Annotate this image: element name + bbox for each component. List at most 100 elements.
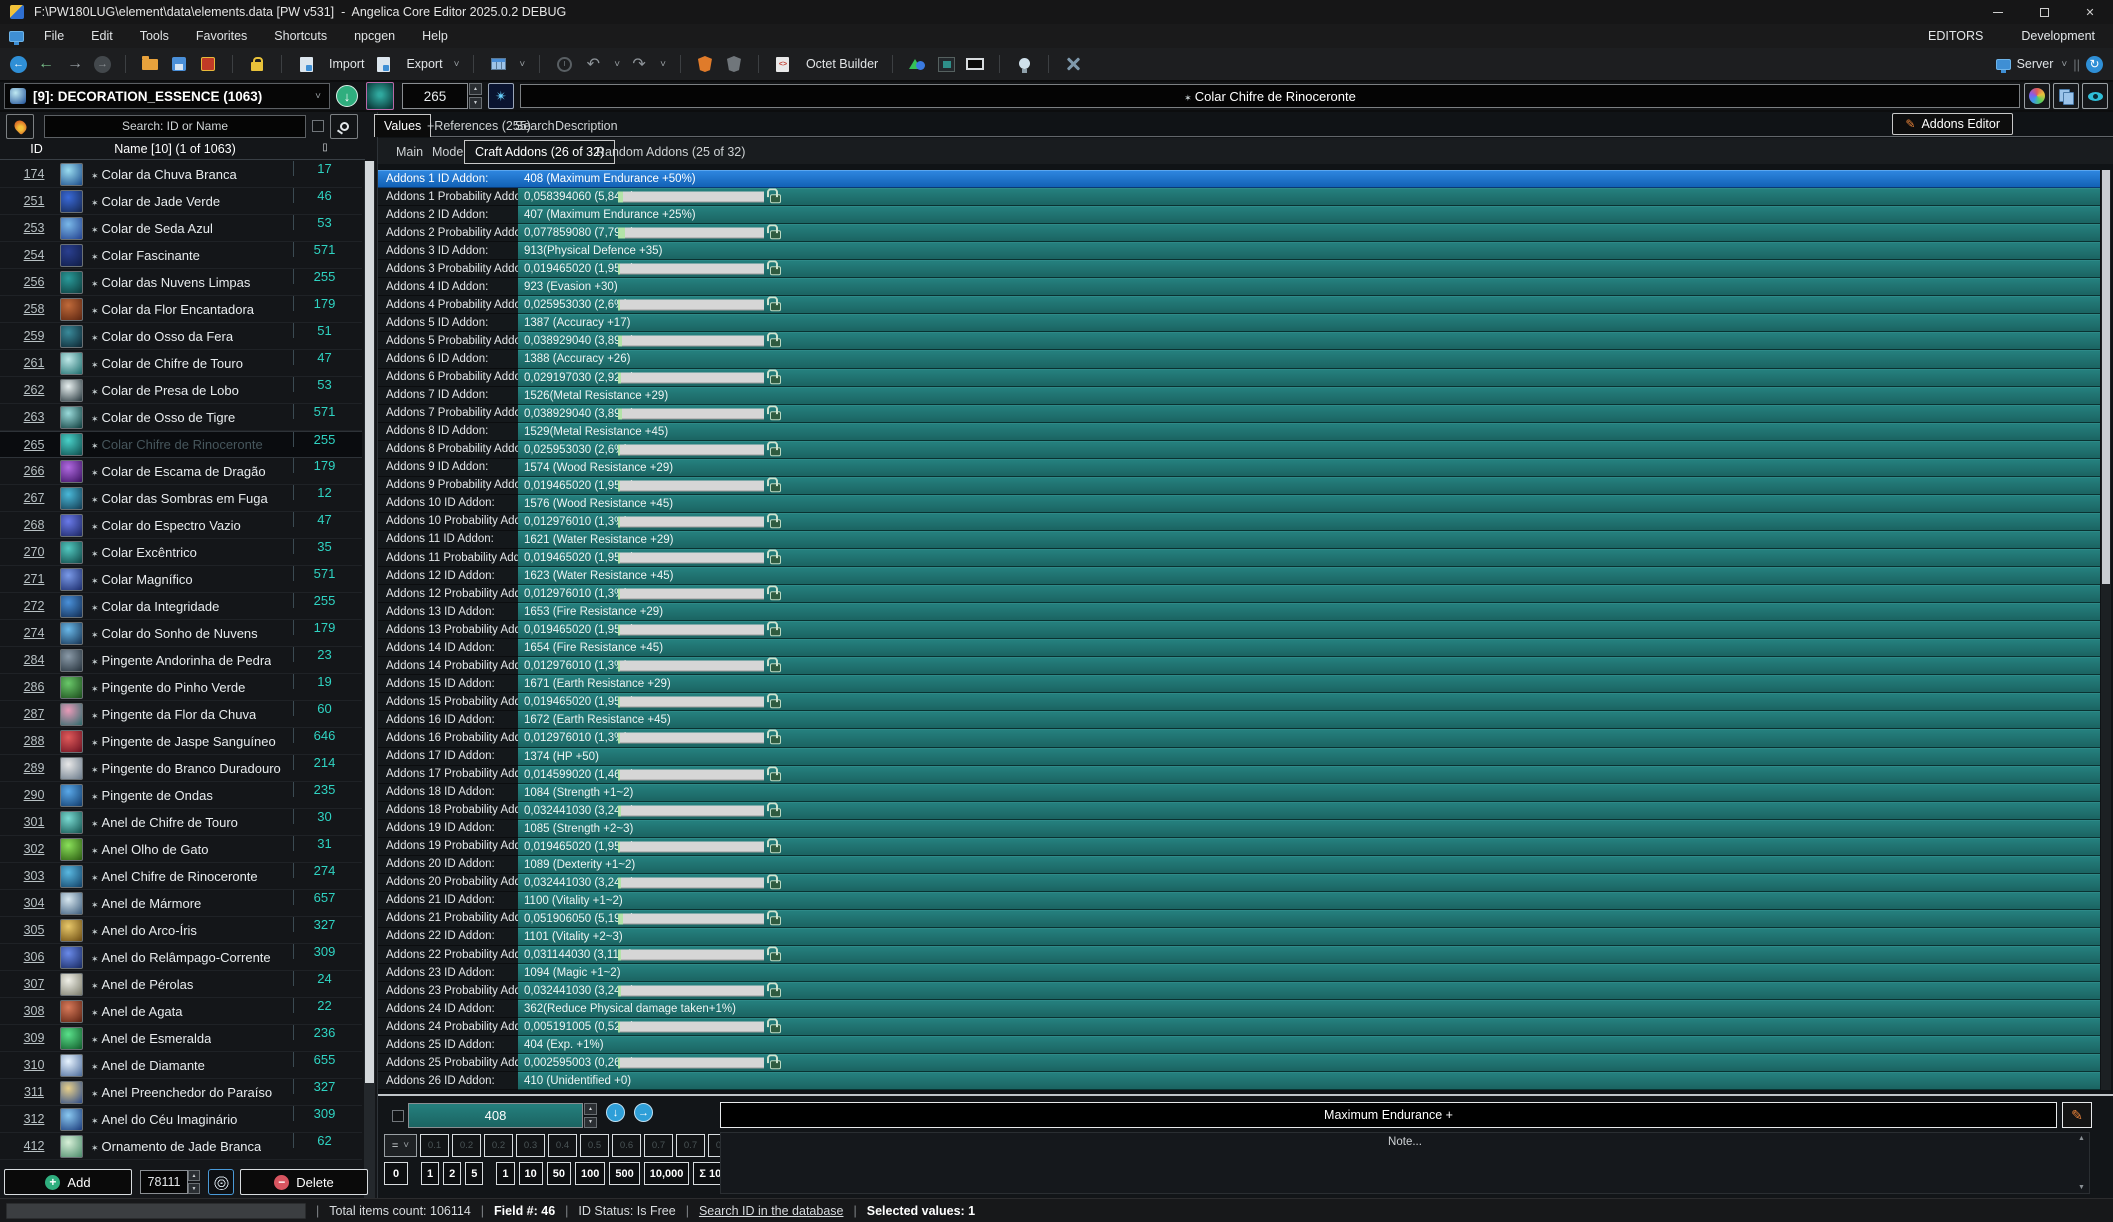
step-cell[interactable]: 0.2 — [484, 1134, 513, 1157]
item-id-link[interactable]: 174 — [12, 167, 56, 181]
addon-row[interactable]: Addons 5 ID Addon:1387 (Accuracy +17) — [378, 314, 2100, 332]
addon-row[interactable]: Addons 21 Probability Addon:0,051906050 … — [378, 910, 2100, 928]
addon-value[interactable]: 1623 (Water Resistance +45) — [518, 567, 2100, 585]
list-item[interactable]: 174Colar da Chuva Branca17 — [0, 161, 362, 188]
addon-row[interactable]: Addons 8 Probability Addon:0,025953030 (… — [378, 441, 2100, 459]
addon-value[interactable]: 1084 (Strength +1~2) — [518, 784, 2100, 802]
addon-row[interactable]: Addons 11 Probability Addon:0,019465020 … — [378, 549, 2100, 567]
lock-icon[interactable] — [770, 664, 781, 673]
addon-value[interactable]: 1101 (Vitality +2~3) — [518, 928, 2100, 946]
addon-row[interactable]: Addons 7 ID Addon:1526(Metal Resistance … — [378, 387, 2100, 405]
note-area[interactable]: Note... ▲ ▼ — [720, 1132, 2090, 1194]
addon-row[interactable]: Addons 15 Probability Addon:0,019465020 … — [378, 693, 2100, 711]
octet-builder-button[interactable]: Octet Builder — [806, 57, 878, 71]
list-item[interactable]: 305Anel do Arco-Íris327 — [0, 917, 362, 944]
list-item[interactable]: 309Anel de Esmeralda236 — [0, 1025, 362, 1052]
addon-value[interactable]: 0,012976010 (1,3%) — [518, 585, 2100, 603]
add-button[interactable]: + Add — [4, 1169, 132, 1195]
addon-row[interactable]: Addons 16 ID Addon:1672 (Earth Resistanc… — [378, 711, 2100, 729]
table-chevron-icon[interactable]: ˅ — [519, 59, 525, 70]
addon-row[interactable]: Addons 15 ID Addon:1671 (Earth Resistanc… — [378, 675, 2100, 693]
item-id-link[interactable]: 311 — [12, 1085, 56, 1099]
item-id-link[interactable]: 310 — [12, 1058, 56, 1072]
addon-row[interactable]: Addons 24 ID Addon:362(Reduce Physical d… — [378, 1000, 2100, 1018]
item-id-up-icon[interactable]: ▲ — [469, 83, 482, 95]
delete-button[interactable]: − Delete — [240, 1169, 368, 1195]
redo-chevron-icon[interactable]: ˅ — [660, 59, 666, 70]
octet-builder-icon[interactable]: <> — [773, 54, 793, 74]
lock-icon[interactable] — [770, 808, 781, 817]
addon-row[interactable]: Addons 10 Probability Addon:0,012976010 … — [378, 513, 2100, 531]
item-id-link[interactable]: 253 — [12, 221, 56, 235]
item-id-link[interactable]: 267 — [12, 491, 56, 505]
list-item[interactable]: 303Anel Chifre de Rinoceronte274 — [0, 863, 362, 890]
addon-row[interactable]: Addons 19 ID Addon:1085 (Strength +2~3) — [378, 820, 2100, 838]
addon-value[interactable]: 913(Physical Defence +35) — [518, 242, 2100, 260]
quick-button[interactable]: 1 — [496, 1162, 514, 1185]
item-id-link[interactable]: 301 — [12, 815, 56, 829]
lock-icon[interactable] — [770, 483, 781, 492]
addon-value[interactable]: 1576 (Wood Resistance +45) — [518, 495, 2100, 513]
addon-value[interactable]: 1374 (HP +50) — [518, 748, 2100, 766]
step-cell[interactable]: 0.4 — [548, 1134, 577, 1157]
column-id[interactable]: ID — [14, 142, 59, 156]
search-button[interactable] — [330, 114, 358, 139]
addon-value[interactable]: 0,014599020 (1,46%) — [518, 766, 2100, 784]
addon-value[interactable]: 0,031144030 (3,11%) — [518, 946, 2100, 964]
step-cell[interactable]: 0.3 — [516, 1134, 545, 1157]
list-item[interactable]: 311Anel Preenchedor do Paraíso327 — [0, 1079, 362, 1106]
list-item[interactable]: 251Colar de Jade Verde46 — [0, 188, 362, 215]
list-item[interactable]: 301Anel de Chifre de Touro30 — [0, 809, 362, 836]
lock-icon[interactable] — [770, 555, 781, 564]
unlock-icon[interactable] — [247, 54, 267, 74]
list-item[interactable]: 259Colar do Osso da Fera51 — [0, 323, 362, 350]
color-wheel-button[interactable] — [2024, 83, 2050, 109]
load-item-button[interactable]: ↓ — [336, 85, 358, 107]
frame-icon[interactable] — [965, 54, 985, 74]
list-item[interactable]: 274Colar do Sonho de Nuvens179 — [0, 620, 362, 647]
step-cell[interactable]: 0.2 — [452, 1134, 481, 1157]
lock-icon[interactable] — [770, 591, 781, 600]
export-icon[interactable] — [373, 54, 393, 74]
menu-tools[interactable]: Tools — [140, 29, 169, 43]
addon-value[interactable]: 1100 (Vitality +1~2) — [518, 892, 2100, 910]
addon-value[interactable]: 1672 (Earth Resistance +45) — [518, 711, 2100, 729]
addon-value[interactable]: 0,019465020 (1,95%) — [518, 549, 2100, 567]
item-id-link[interactable]: 254 — [12, 248, 56, 262]
category-combobox[interactable]: [9]: DECORATION_ESSENCE (1063) ˅ — [4, 83, 330, 109]
item-id-link[interactable]: 272 — [12, 599, 56, 613]
list-item[interactable]: 263Colar de Osso de Tigre571 — [0, 404, 362, 431]
item-id-link[interactable]: 263 — [12, 410, 56, 424]
apply-down-button[interactable]: ↓ — [606, 1103, 625, 1122]
addon-value[interactable]: 0,051906050 (5,19%) — [518, 910, 2100, 928]
addon-value[interactable]: 1089 (Dexterity +1~2) — [518, 856, 2100, 874]
step-cell[interactable]: 0.6 — [612, 1134, 641, 1157]
item-id-link[interactable]: 306 — [12, 950, 56, 964]
menu-file[interactable]: File — [44, 29, 64, 43]
addon-value[interactable]: 1621 (Water Resistance +29) — [518, 531, 2100, 549]
lock-icon[interactable] — [770, 447, 781, 456]
addon-row[interactable]: Addons 3 ID Addon:913(Physical Defence +… — [378, 242, 2100, 260]
addon-value[interactable]: 0,025953030 (2,6%) — [518, 441, 2100, 459]
addon-row[interactable]: Addons 19 Probability Addon:0,019465020 … — [378, 838, 2100, 856]
addon-value[interactable]: 0,019465020 (1,95%) — [518, 477, 2100, 495]
close-button[interactable]: ✕ — [2067, 0, 2113, 24]
menu-shortcuts[interactable]: Shortcuts — [274, 29, 327, 43]
server-chevron-icon[interactable]: ˅ — [2061, 59, 2067, 70]
addon-value[interactable]: 0,029197030 (2,92%) — [518, 369, 2100, 387]
menu-help[interactable]: Help — [422, 29, 448, 43]
server-select[interactable]: Server — [2017, 57, 2054, 71]
item-id-link[interactable]: 302 — [12, 842, 56, 856]
import-icon[interactable] — [296, 54, 316, 74]
list-item[interactable]: 268Colar do Espectro Vazio47 — [0, 512, 362, 539]
addon-row[interactable]: Addons 4 Probability Addon:0,025953030 (… — [378, 296, 2100, 314]
quick-button[interactable]: 2 — [443, 1162, 461, 1185]
save-icon[interactable] — [169, 54, 189, 74]
open-folder-icon[interactable] — [140, 54, 160, 74]
lock-icon[interactable] — [770, 194, 781, 203]
item-id-link[interactable]: 256 — [12, 275, 56, 289]
item-id-link[interactable]: 304 — [12, 896, 56, 910]
export-chevron-icon[interactable]: ˅ — [454, 59, 460, 70]
lock-icon[interactable] — [770, 880, 781, 889]
forward-icon[interactable]: → — [94, 56, 111, 73]
